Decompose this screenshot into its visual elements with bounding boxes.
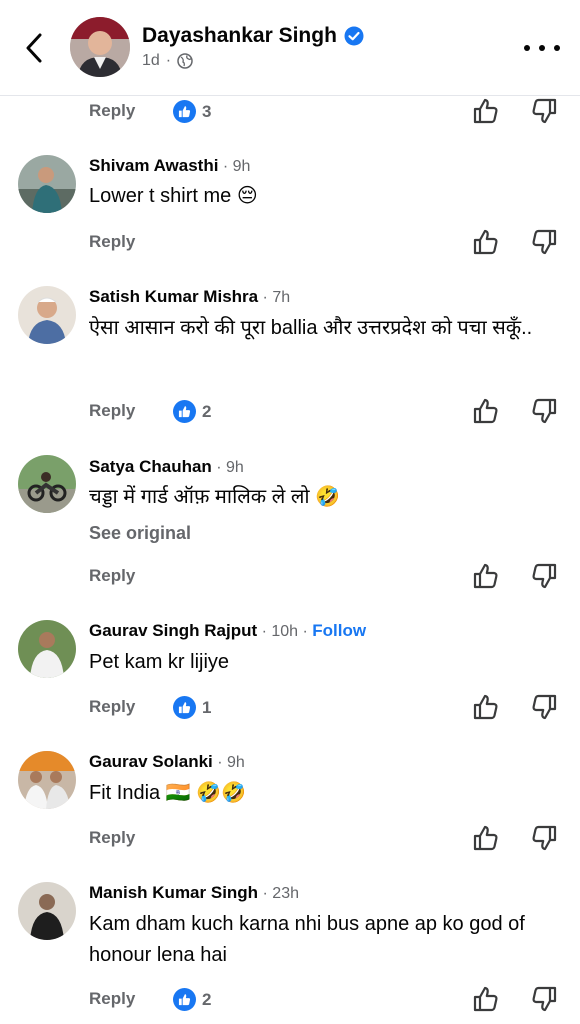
author-avatar[interactable]	[70, 17, 130, 77]
comment-header: Manish Kumar Singh · 23h	[89, 883, 299, 903]
comment-time: · 7h	[258, 289, 291, 306]
commenter-name[interactable]: Satya Chauhan	[89, 457, 212, 476]
like-reaction-icon	[173, 100, 196, 123]
reaction-summary[interactable]: 3	[173, 100, 211, 123]
reply-button[interactable]: Reply	[89, 566, 135, 586]
upvote-icon[interactable]	[472, 97, 500, 125]
comment-text: चड्डा में गार्ड ऑफ़ मालिक ले लो 🤣	[89, 486, 341, 508]
reaction-count: 1	[202, 697, 212, 717]
reply-button[interactable]: Reply	[89, 697, 135, 717]
upvote-icon[interactable]	[472, 985, 500, 1013]
like-reaction-icon	[173, 696, 196, 719]
commenter-avatar[interactable]	[18, 620, 76, 678]
commenter-name[interactable]: Satish Kumar Mishra	[89, 287, 258, 306]
more-dot	[554, 45, 560, 51]
reaction-summary[interactable]: 1	[173, 696, 211, 719]
comment-text: Kam dham kuch karna nhi bus apne ap ko g…	[89, 913, 525, 966]
commenter-name[interactable]: Manish Kumar Singh	[89, 883, 258, 902]
upvote-icon[interactable]	[472, 693, 500, 721]
verified-badge-icon	[344, 26, 364, 46]
comment-header: Shivam Awasthi · 9h	[89, 156, 250, 176]
meta-dot: ·	[165, 52, 172, 69]
downvote-icon[interactable]	[530, 228, 558, 256]
commenter-avatar[interactable]	[18, 751, 76, 809]
downvote-icon[interactable]	[530, 97, 558, 125]
comment-text: ऐसा आसान करो की पूरा ballia और उत्तरप्रद…	[89, 317, 533, 339]
reaction-count: 2	[202, 401, 212, 421]
post-time: 1d	[142, 52, 160, 69]
commenter-name[interactable]: Gaurav Solanki	[89, 752, 213, 771]
author-name[interactable]: Dayashankar Singh	[142, 24, 337, 48]
chevron-left-icon	[26, 33, 42, 63]
comment-text: Fit India 🇮🇳 🤣🤣	[89, 782, 246, 804]
comment-actions: Reply 2	[0, 985, 580, 1015]
comment-actions: Reply	[0, 228, 580, 258]
upvote-icon[interactable]	[472, 562, 500, 590]
reaction-count: 2	[202, 989, 212, 1009]
comment-actions: Reply	[0, 562, 580, 592]
follow-button[interactable]: Follow	[312, 621, 366, 640]
comment-time: · 9h	[218, 158, 251, 175]
reply-button[interactable]: Reply	[89, 989, 135, 1009]
comment-header: Gaurav Singh Rajput · 10h · Follow	[89, 621, 366, 641]
downvote-icon[interactable]	[530, 562, 558, 590]
downvote-icon[interactable]	[530, 985, 558, 1013]
post-header: Dayashankar Singh 1d ·	[0, 0, 580, 96]
comment-header: Satya Chauhan · 9h	[89, 457, 244, 477]
comment-time: · 9h	[212, 754, 245, 771]
more-options-button[interactable]	[524, 36, 560, 60]
see-original-link[interactable]: See original	[89, 523, 191, 544]
commenter-avatar[interactable]	[18, 882, 76, 940]
more-dot	[539, 45, 545, 51]
commenter-name[interactable]: Shivam Awasthi	[89, 156, 218, 175]
commenter-name[interactable]: Gaurav Singh Rajput	[89, 621, 257, 640]
commenter-avatar[interactable]	[18, 455, 76, 513]
reaction-count: 3	[202, 101, 212, 121]
comment-text: Lower t shirt me 😔	[89, 185, 258, 207]
reaction-summary[interactable]: 2	[173, 400, 211, 423]
post-meta: 1d ·	[142, 52, 193, 70]
reply-button[interactable]: Reply	[89, 401, 135, 421]
comment-actions: Reply 2	[0, 397, 580, 427]
comment-time: · 23h	[258, 885, 299, 902]
like-reaction-icon	[173, 988, 196, 1011]
comment-header: Satish Kumar Mishra · 7h	[89, 287, 290, 307]
reply-button[interactable]: Reply	[89, 828, 135, 848]
downvote-icon[interactable]	[530, 693, 558, 721]
more-dots-icon	[524, 45, 530, 51]
downvote-icon[interactable]	[530, 397, 558, 425]
comment-actions: Reply 1	[0, 693, 580, 723]
upvote-icon[interactable]	[472, 397, 500, 425]
globe-icon	[177, 53, 193, 69]
upvote-icon[interactable]	[472, 824, 500, 852]
downvote-icon[interactable]	[530, 824, 558, 852]
comment-actions: Reply 3	[0, 97, 580, 127]
author-name-row: Dayashankar Singh	[142, 24, 364, 48]
comment-actions: Reply	[0, 824, 580, 854]
comment-text: Pet kam kr lijiye	[89, 651, 230, 673]
comment-time: · 9h	[211, 459, 244, 476]
reply-button[interactable]: Reply	[89, 232, 135, 252]
commenter-avatar[interactable]	[18, 155, 76, 213]
reply-button[interactable]: Reply	[89, 101, 135, 121]
reaction-summary[interactable]: 2	[173, 988, 211, 1011]
comment-header: Gaurav Solanki · 9h	[89, 752, 245, 772]
upvote-icon[interactable]	[472, 228, 500, 256]
like-reaction-icon	[173, 400, 196, 423]
commenter-avatar[interactable]	[18, 286, 76, 344]
comment-time: · 10h ·	[257, 623, 313, 640]
back-button[interactable]	[18, 28, 50, 68]
